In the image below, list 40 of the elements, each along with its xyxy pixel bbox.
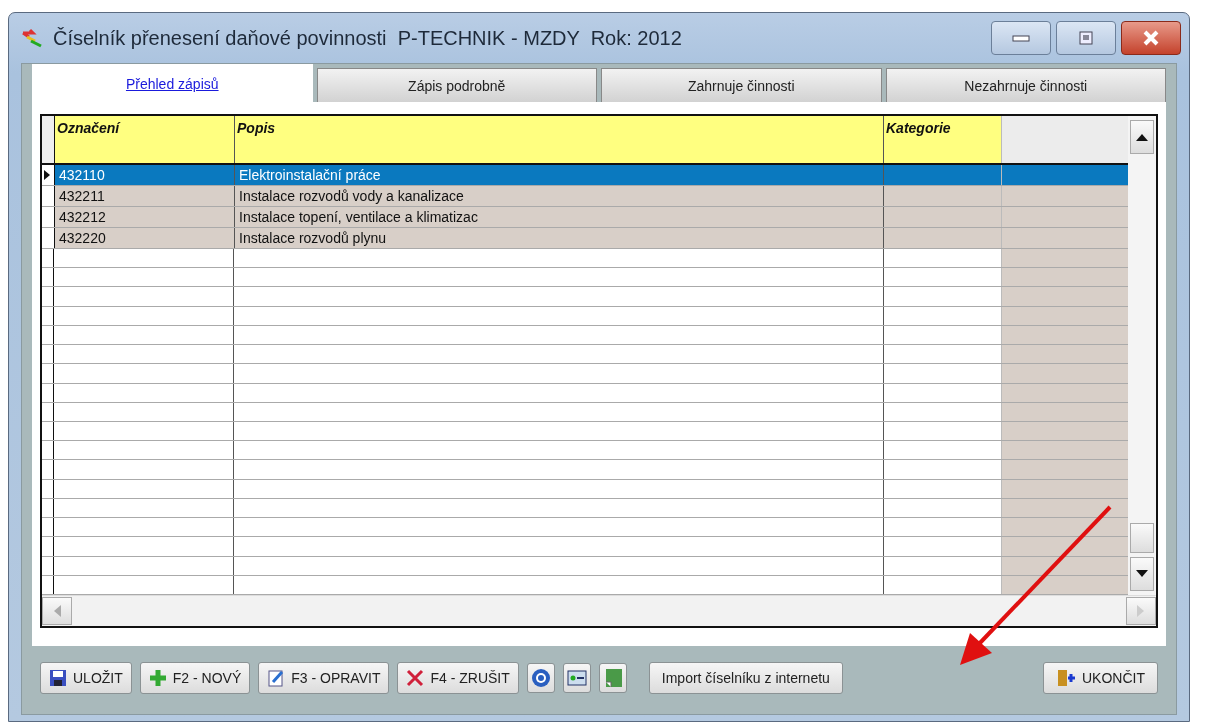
tab[interactable]: Zahrnuje činnosti — [601, 68, 882, 102]
up-arrow-icon — [1136, 133, 1148, 141]
column-header: Popis — [235, 116, 884, 163]
sheet-button[interactable] — [598, 663, 627, 693]
left-arrow-icon — [53, 605, 61, 617]
door-icon — [1056, 668, 1076, 688]
tab[interactable]: Nezahrnuje činnosti — [885, 68, 1166, 102]
edit-button[interactable]: F3 - OPRAVIT — [258, 662, 390, 694]
edit-icon — [267, 669, 286, 687]
help-icon — [530, 668, 551, 688]
save-button[interactable]: ULOŽIT — [40, 662, 132, 694]
delete-icon — [406, 669, 425, 687]
scroll-down-button[interactable] — [1130, 557, 1154, 591]
scroll-left-button[interactable] — [42, 597, 72, 625]
import-button[interactable]: Import číselníku z internetu — [648, 662, 843, 694]
save-icon — [49, 669, 67, 687]
column-header: Označení — [55, 116, 235, 163]
minimize-icon — [1012, 34, 1030, 42]
scrollbar-thumb[interactable] — [1130, 523, 1154, 553]
card-button[interactable] — [562, 663, 591, 693]
tab[interactable]: Zápis podrobně — [316, 68, 597, 102]
minimize-button[interactable] — [991, 21, 1051, 55]
delete-button[interactable]: F4 - ZRUŠIT — [397, 662, 519, 694]
new-button[interactable]: F2 - NOVÝ — [139, 662, 251, 694]
column-header: Kategorie — [884, 116, 1002, 163]
maximize-icon — [1079, 31, 1093, 45]
down-arrow-icon — [1136, 570, 1148, 578]
right-arrow-icon — [1137, 605, 1145, 617]
row-pointer-icon — [44, 169, 50, 180]
tab[interactable]: Přehled zápisů — [32, 64, 313, 102]
window-title: Číselník přenesení daňové povinnosti P-TECHNIK - MZDY Rok: 2012 — [53, 26, 683, 50]
maximize-button[interactable] — [1056, 21, 1116, 55]
scroll-right-button[interactable] — [1126, 597, 1156, 625]
exit-button[interactable]: UKONČIT — [1043, 662, 1158, 694]
help-button[interactable] — [526, 663, 555, 693]
plus-icon — [148, 669, 167, 687]
scroll-up-button[interactable] — [1130, 120, 1154, 154]
card-icon — [566, 668, 587, 688]
close-icon — [1143, 30, 1159, 46]
close-button[interactable] — [1121, 21, 1181, 55]
